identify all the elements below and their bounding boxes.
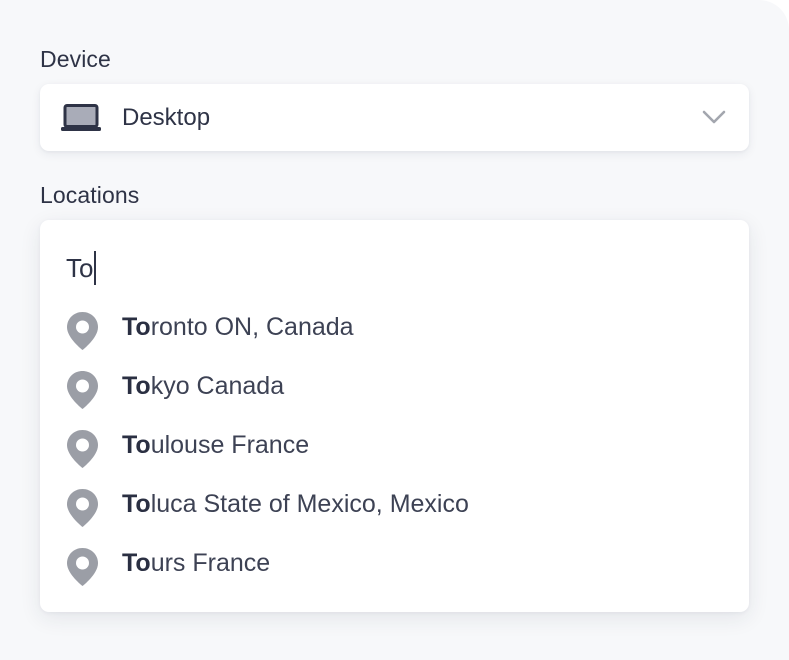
locations-label: Locations	[40, 182, 140, 208]
location-suggestion-label: Toluca State of Mexico, Mexico	[122, 490, 469, 519]
location-pin-icon	[67, 312, 98, 350]
remaining-text: urs France	[150, 549, 271, 577]
location-pin-icon	[67, 489, 98, 527]
laptop-icon	[61, 104, 101, 131]
location-suggestion[interactable]: Toronto ON, Canada	[40, 300, 749, 359]
location-pin-icon	[67, 548, 98, 586]
text-caret	[94, 251, 97, 285]
location-suggestions-list: Toronto ON, Canada Tokyo Canada Toulouse…	[40, 300, 749, 595]
device-selected-value: Desktop	[122, 104, 211, 131]
location-suggestion[interactable]: Tours France	[40, 536, 749, 595]
location-search-input[interactable]: To	[66, 248, 97, 288]
device-select[interactable]: Desktop	[40, 84, 749, 151]
remaining-text: ronto ON, Canada	[150, 313, 354, 341]
location-suggestion-label: Toronto ON, Canada	[122, 313, 354, 342]
location-suggestion-label: Tours France	[122, 549, 270, 578]
matched-text: To	[122, 431, 151, 459]
location-suggestion[interactable]: Toulouse France	[40, 418, 749, 477]
location-pin-icon	[67, 430, 98, 468]
chevron-down-icon[interactable]	[701, 108, 727, 126]
remaining-text: kyo Canada	[150, 372, 285, 400]
location-suggestion-label: Toulouse France	[122, 431, 309, 460]
remaining-text: ulouse France	[150, 431, 310, 459]
device-label: Device	[40, 46, 111, 72]
location-suggestion-label: Tokyo Canada	[122, 372, 284, 401]
matched-text: To	[122, 313, 151, 341]
form-panel: Device Desktop Locations To Toronto ON, …	[0, 0, 789, 660]
matched-text: To	[122, 490, 151, 518]
location-search-value[interactable]: To	[66, 248, 93, 288]
location-pin-icon	[67, 371, 98, 409]
location-suggestion[interactable]: Tokyo Canada	[40, 359, 749, 418]
location-suggestion[interactable]: Toluca State of Mexico, Mexico	[40, 477, 749, 536]
location-autocomplete: To Toronto ON, Canada Tokyo Canada Toulo…	[40, 220, 749, 612]
remaining-text: luca State of Mexico, Mexico	[150, 490, 469, 518]
matched-text: To	[122, 372, 151, 400]
matched-text: To	[122, 549, 151, 577]
